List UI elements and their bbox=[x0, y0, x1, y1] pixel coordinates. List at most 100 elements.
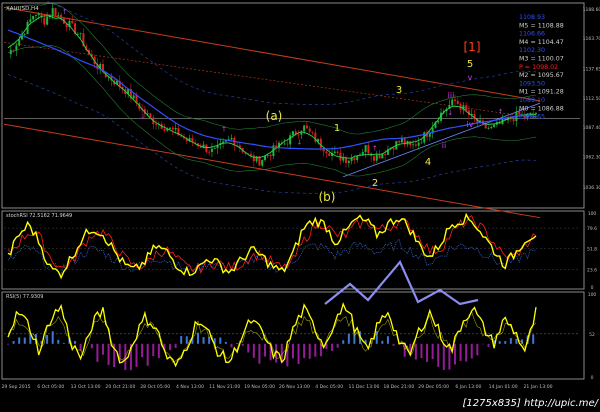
candle-body bbox=[46, 17, 49, 25]
x-tick-label: 14 Jan 01:00 bbox=[489, 384, 518, 390]
candle-body bbox=[132, 95, 135, 99]
wave-label: 5 bbox=[467, 59, 473, 70]
rsi-histogram-bar bbox=[169, 343, 172, 351]
candle-body bbox=[512, 119, 515, 122]
candle-body bbox=[23, 34, 26, 35]
candle-body bbox=[283, 143, 286, 145]
candle-body bbox=[490, 126, 493, 129]
stoch-title: stochRSI 72.5162 71.9649 bbox=[6, 213, 72, 219]
rsi-histogram-bar bbox=[532, 334, 535, 344]
candle-body bbox=[261, 160, 264, 166]
rsi-histogram-bar bbox=[180, 336, 183, 344]
rsi-histogram-bar bbox=[314, 343, 317, 357]
pivot-label: M2 = 1095.67 bbox=[519, 72, 564, 79]
rsi-histogram-bar bbox=[258, 343, 261, 364]
rsi-histogram-bar bbox=[470, 343, 473, 359]
candle-body bbox=[54, 8, 57, 16]
rsi-histogram-bar bbox=[476, 343, 479, 356]
stoch-tick-label: 23.6 bbox=[587, 268, 597, 274]
candle-body bbox=[364, 145, 367, 152]
x-tick-label: 4 Dec 05:00 bbox=[315, 384, 343, 390]
price-tick-label: 1137.65 bbox=[583, 67, 600, 73]
candle-body bbox=[286, 143, 289, 145]
rsi-histogram-bar bbox=[74, 340, 77, 344]
pivot-label: 1084.65 bbox=[519, 114, 545, 121]
candle-body bbox=[213, 148, 216, 149]
candle-body bbox=[171, 127, 174, 130]
x-tick-label: 29 Sep 2015 bbox=[1, 384, 30, 390]
fractal-arrow: ↓ bbox=[297, 139, 303, 147]
rsi-histogram-bar bbox=[381, 340, 384, 344]
rsi-histogram-bar bbox=[509, 338, 512, 344]
candle-body bbox=[155, 124, 158, 125]
wave-label: ii bbox=[442, 141, 446, 150]
candle-body bbox=[18, 39, 21, 46]
price-tick-label: 1062.30 bbox=[583, 155, 600, 161]
candle-body bbox=[367, 145, 370, 154]
fractal-arrow: ↑ bbox=[221, 126, 227, 134]
candle-body bbox=[205, 144, 208, 152]
candle-body bbox=[319, 138, 322, 148]
candle-body bbox=[289, 135, 292, 145]
trading-chart: ↑ ↓ ↑ ↓ ↑ ↓ ↑ 1188.60 1163.70 1137.65 1112.50 1087… bbox=[1, 0, 600, 409]
candle-body bbox=[417, 142, 420, 146]
x-tick-label: 18 Dec 21:00 bbox=[383, 384, 414, 390]
candle-body bbox=[266, 154, 269, 156]
rsi-histogram-bar bbox=[135, 343, 138, 367]
rsi-histogram-bar bbox=[481, 343, 484, 345]
price-tick-label: 1163.70 bbox=[583, 36, 600, 42]
rsi-histogram-bar bbox=[230, 343, 233, 348]
stoch-tick-label: 0 bbox=[591, 285, 594, 291]
candle-body bbox=[303, 125, 306, 132]
fractal-arrow: ↑ bbox=[372, 145, 378, 153]
pivot-label: 1106.66 bbox=[519, 31, 545, 38]
rsi-histogram-bar bbox=[331, 343, 334, 351]
candle-body bbox=[250, 153, 253, 156]
candle-body bbox=[412, 144, 415, 146]
wave-label: 1 bbox=[334, 123, 340, 134]
rsi-histogram-bar bbox=[291, 343, 294, 359]
rsi-histogram-bar bbox=[241, 343, 244, 346]
candle-body bbox=[291, 131, 294, 136]
candle-body bbox=[71, 21, 74, 24]
candle-body bbox=[169, 127, 172, 129]
rsi-histogram-bar bbox=[196, 332, 199, 344]
rsi-histogram-bar bbox=[51, 331, 54, 344]
candle-body bbox=[230, 137, 233, 140]
pivot-label: 1089.10 bbox=[519, 97, 545, 104]
candle-body bbox=[43, 17, 46, 25]
symbol-title: XAUUSD,H4 bbox=[6, 6, 39, 12]
price-tick-label: 1112.50 bbox=[583, 96, 600, 102]
rsi-histogram-bar bbox=[414, 343, 417, 360]
wave-label: iv bbox=[467, 120, 474, 129]
candle-body bbox=[174, 128, 177, 130]
rsi-histogram-bar bbox=[487, 343, 490, 347]
rsi-tick-label: 0 bbox=[591, 375, 594, 381]
rsi-histogram-bar bbox=[459, 343, 462, 361]
rsi-histogram-bar bbox=[62, 342, 65, 344]
x-tick-label: 29 Dec 05:00 bbox=[418, 384, 449, 390]
candle-body bbox=[252, 155, 255, 162]
candle-body bbox=[375, 154, 378, 161]
pivot-label: 1093.50 bbox=[519, 80, 545, 87]
wave-label: (b) bbox=[319, 190, 336, 204]
rsi-histogram-bar bbox=[152, 343, 155, 357]
rsi-tick-label: 100 bbox=[588, 292, 597, 298]
rsi-histogram-bar bbox=[219, 337, 222, 344]
pivot-label: M0 = 1086.88 bbox=[519, 105, 564, 112]
rsi-histogram-bar bbox=[426, 343, 429, 362]
rsi-histogram-bar bbox=[7, 343, 9, 345]
candle-body bbox=[451, 99, 454, 106]
candle-body bbox=[400, 138, 403, 143]
rsi-histogram-bar bbox=[264, 343, 267, 357]
fractal-arrow: ↑ bbox=[62, 8, 68, 16]
fractal-arrow: ↓ bbox=[447, 109, 453, 117]
x-tick-label: 4 Nov 13:00 bbox=[176, 384, 204, 390]
rsi-histogram-bar bbox=[141, 343, 144, 358]
rsi-histogram-bar bbox=[437, 343, 440, 367]
rsi-histogram-bar bbox=[236, 343, 239, 344]
rsi-histogram-bar bbox=[303, 343, 306, 359]
candle-body bbox=[57, 14, 60, 16]
candle-body bbox=[34, 15, 37, 16]
rsi-histogram-bar bbox=[224, 341, 227, 344]
